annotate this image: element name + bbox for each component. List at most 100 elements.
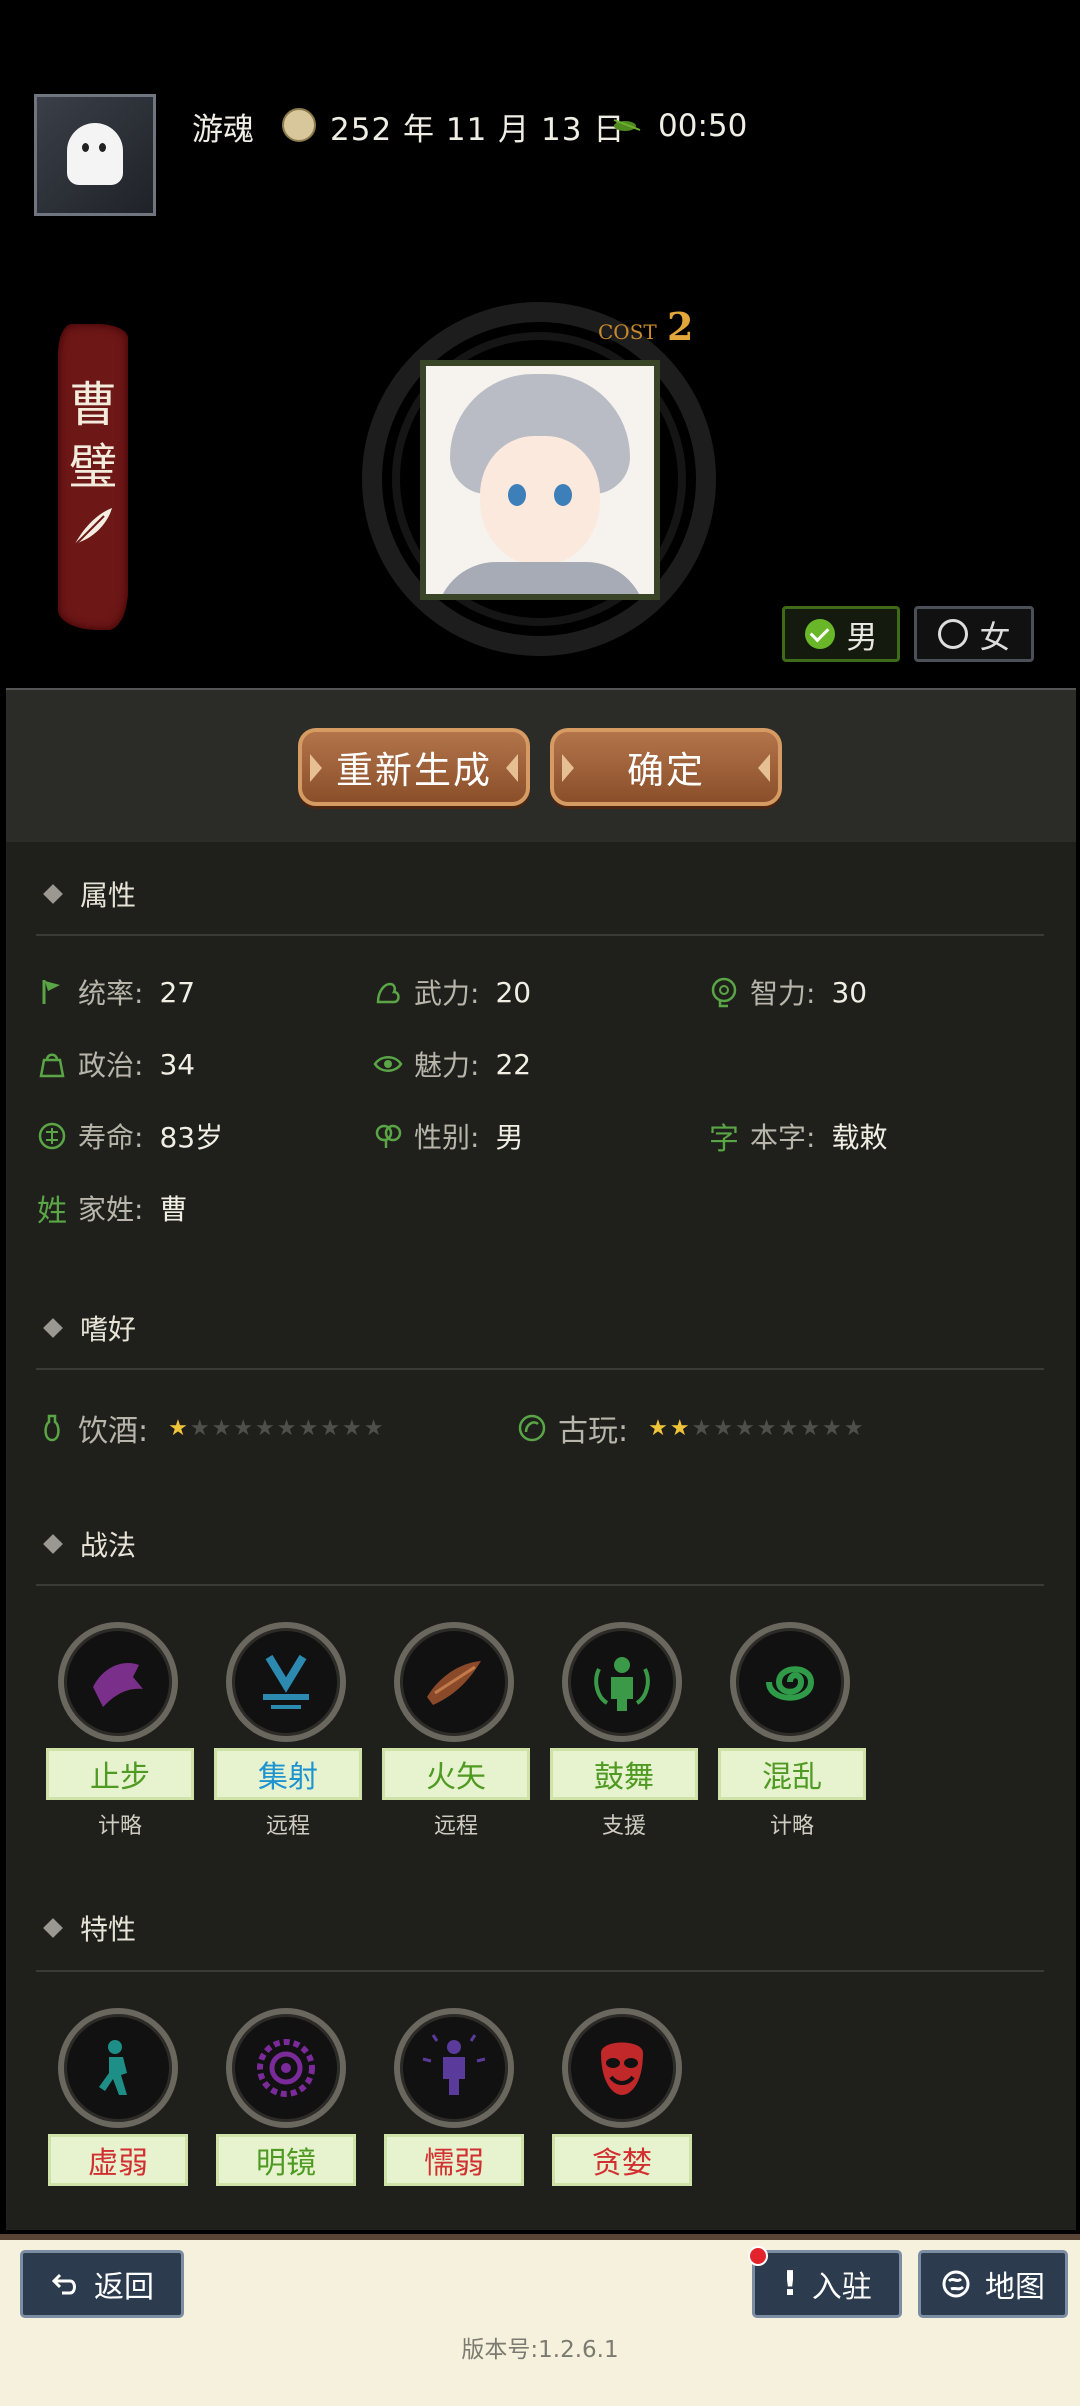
section-attributes: 属性	[43, 874, 137, 914]
gender-female-label: 女	[979, 619, 1011, 656]
star-empty-icon: ★	[778, 1415, 799, 1441]
hobby-label: 饮酒:	[78, 1414, 149, 1449]
map-button[interactable]: 地图	[918, 2250, 1068, 2318]
weak-icon	[58, 2008, 178, 2128]
detail-panel	[6, 688, 1076, 2230]
star-empty-icon: ★	[320, 1415, 340, 1441]
tactic-type: 计略	[97, 1814, 142, 1839]
trait-card[interactable]: 懦弱	[384, 2008, 524, 2186]
attr-label: 智力:	[750, 977, 816, 1010]
attr-value: 载敕	[831, 1121, 888, 1154]
diamond-icon	[43, 1534, 63, 1554]
ghost-icon	[67, 123, 123, 185]
diamond-icon	[43, 884, 63, 904]
radio-icon	[937, 619, 968, 649]
version-text: 版本号:1.2.6.1	[461, 2337, 619, 2363]
coward-icon	[394, 2008, 514, 2128]
gender-icon	[375, 1124, 402, 1148]
trait-card[interactable]: 虚弱	[48, 2008, 188, 2186]
attr-label: 寿命:	[78, 1121, 144, 1154]
mirror-icon	[226, 2008, 346, 2128]
attr-value: 34	[159, 1047, 196, 1081]
hero-portrait[interactable]	[420, 360, 660, 600]
gender-male-option[interactable]: 男	[782, 606, 900, 662]
station-button[interactable]: ! 入驻	[752, 2250, 902, 2318]
star-empty-icon: ★	[735, 1415, 755, 1441]
trait-name: 贪婪	[552, 2134, 692, 2186]
diamond-icon	[43, 1318, 63, 1338]
trait-card[interactable]: 明镜	[216, 2008, 356, 2186]
star-filled-icon: ★	[168, 1415, 188, 1441]
tactic-card[interactable]: 火矢 远程	[382, 1622, 530, 1840]
hobby-stars: ★ ★ ★ ★ ★ ★ ★ ★ ★ ★	[648, 1416, 863, 1441]
star-empty-icon: ★	[341, 1415, 362, 1441]
globe-icon	[942, 2270, 970, 2298]
lifespan-icon	[38, 1122, 66, 1150]
player-avatar[interactable]	[34, 94, 156, 216]
tactic-card[interactable]: 止步 计略	[46, 1622, 194, 1840]
tactic-name: 火矢	[382, 1748, 530, 1800]
attr-label: 性别:	[414, 1121, 480, 1154]
star-empty-icon: ★	[298, 1415, 319, 1441]
diamond-icon	[43, 1918, 63, 1938]
hero-name-text: 曹璧	[69, 377, 118, 495]
divider	[36, 934, 1044, 936]
star-empty-icon: ★	[211, 1415, 232, 1441]
eye-icon	[373, 1056, 403, 1072]
attr-label: 本字:	[750, 1121, 816, 1154]
back-label: 返回	[94, 2270, 154, 2305]
xing-icon: 姓	[37, 1194, 67, 1229]
star-filled-icon: ★	[669, 1415, 690, 1441]
attr-charm: 魅力: 22	[372, 1042, 531, 1086]
tactic-card[interactable]: 鼓舞 支援	[550, 1622, 698, 1840]
fire-arrow-icon	[394, 1622, 514, 1742]
hero-name[interactable]: 曹璧	[58, 374, 128, 498]
attr-value: 27	[159, 975, 196, 1009]
chaos-icon	[730, 1622, 850, 1742]
star-empty-icon: ★	[800, 1415, 820, 1441]
gender-male-label: 男	[846, 619, 878, 656]
confirm-button[interactable]: 确定	[550, 728, 782, 806]
section-traits: 特性	[43, 1908, 137, 1948]
tactic-type: 远程	[265, 1814, 310, 1839]
tactic-name: 止步	[46, 1748, 194, 1800]
star-empty-icon: ★	[821, 1415, 842, 1441]
star-empty-icon: ★	[233, 1415, 254, 1441]
regenerate-button[interactable]: 重新生成	[298, 728, 530, 806]
action-bar	[6, 690, 1076, 842]
attr-label: 政治:	[78, 1049, 144, 1082]
tactic-card[interactable]: 集射 远程	[214, 1622, 362, 1840]
attr-gender: 性别: 男	[372, 1114, 523, 1158]
attr-surname: 姓 家姓: 曹	[36, 1186, 187, 1230]
trait-name: 虚弱	[48, 2134, 188, 2186]
tactic-type: 计略	[769, 1814, 814, 1839]
section-attributes-title: 属性	[80, 879, 137, 912]
section-hobbies-title: 嗜好	[80, 1313, 137, 1346]
attr-intellect: 智力: 30	[708, 970, 867, 1014]
star-empty-icon: ★	[255, 1415, 275, 1441]
tactic-name: 鼓舞	[550, 1748, 698, 1800]
divider	[36, 1970, 1044, 1972]
volley-icon	[226, 1622, 346, 1742]
star-empty-icon: ★	[756, 1415, 777, 1441]
arm-icon	[376, 982, 400, 1004]
divider	[36, 1368, 1044, 1370]
tactic-name: 集射	[214, 1748, 362, 1800]
attr-value: 30	[831, 975, 868, 1009]
cost-value: 2	[667, 304, 694, 349]
check-icon	[804, 619, 835, 649]
section-traits-title: 特性	[80, 1913, 137, 1946]
tactic-name: 混乱	[718, 1748, 866, 1800]
gender-female-option[interactable]: 女	[914, 606, 1034, 662]
tactic-card[interactable]: 混乱 计略	[718, 1622, 866, 1840]
back-button[interactable]: 返回	[20, 2250, 184, 2318]
attr-politics: 政治: 34	[36, 1042, 195, 1086]
trait-card[interactable]: 贪婪	[552, 2008, 692, 2186]
notification-dot	[748, 2246, 768, 2266]
hobby-label: 古玩:	[558, 1414, 629, 1449]
attr-value: 83岁	[159, 1121, 224, 1154]
tactic-type: 支援	[601, 1814, 646, 1839]
feather-edit-icon[interactable]	[68, 502, 118, 552]
station-label: 入驻	[811, 2270, 872, 2305]
hobby-antiques: 古玩: ★ ★ ★ ★ ★ ★ ★ ★ ★ ★	[516, 1406, 863, 1450]
